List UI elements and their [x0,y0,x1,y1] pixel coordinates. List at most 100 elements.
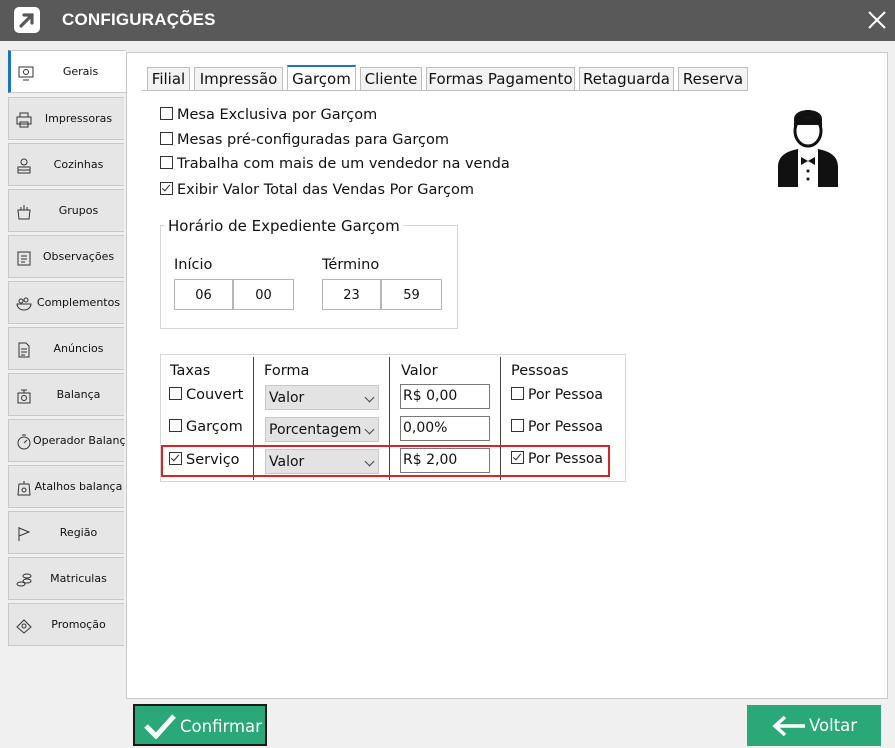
window-title: CONFIGURAÇÕES [62,10,216,29]
start-hour-field[interactable]: 06 [174,279,233,310]
option-label: Trabalha com mais de um vendedor na vend… [177,156,510,172]
tab-reserva[interactable]: Reserva [678,67,748,91]
sidebar-item-label: Anúncios [53,342,104,355]
option-label: Mesa Exclusiva por Garçom [177,107,378,123]
checkbox[interactable] [160,156,173,169]
arrow-left-icon [772,715,805,737]
fee-name: Couvert [186,387,244,403]
confirm-button[interactable]: Confirmar [133,704,267,746]
sidebar-item-cozinhas[interactable]: Cozinhas [8,143,124,186]
scale-shortcut-icon [17,481,31,496]
checkbox[interactable] [160,132,173,145]
sidebar-item-label: Operador Balança [33,434,133,447]
printer-icon [16,112,32,128]
sidebar-item-label: Observações [42,250,115,263]
header-valor: Valor [401,363,438,379]
tab-retaguarda[interactable]: Retaguarda [579,67,674,91]
option-mesas-preconfiguradas[interactable]: Mesas pré-configuradas para Garçom [160,132,449,148]
valor-field-garcom[interactable]: 0,00% [400,416,490,441]
sidebar-item-promocao[interactable]: Promoção [8,603,124,646]
scale-icon [17,389,31,404]
back-button[interactable]: Voltar [747,705,881,746]
sidebar-item-impressoras[interactable]: Impressoras [8,97,124,140]
checkbox[interactable] [160,182,173,195]
sidebar-item-balanca[interactable]: Balança [8,373,124,416]
schedule-group [160,225,458,329]
sidebar-item-anuncios[interactable]: Anúncios [8,327,124,370]
title-bar: CONFIGURAÇÕES [0,0,895,41]
flag-icon [18,527,31,541]
start-label: Início [174,257,213,273]
fee-garcom[interactable]: Garçom [169,419,243,435]
end-minute-field[interactable]: 59 [381,279,442,310]
per-person-couvert[interactable]: Por Pessoa [511,387,603,403]
header-taxas: Taxas [170,363,211,379]
sidebar-item-label: Matriculas [50,572,107,585]
fee-name: Garçom [186,419,243,435]
option-mesa-exclusiva[interactable]: Mesa Exclusiva por Garçom [160,107,377,123]
tab-garcom[interactable]: Garçom [287,65,356,91]
start-minute-field[interactable]: 00 [233,279,294,310]
sidebar-item-observacoes[interactable]: Observações [8,235,124,278]
fee-couvert[interactable]: Couvert [169,387,243,403]
highlight-box [161,445,610,477]
chevron-down-icon [364,392,375,403]
option-label: Exibir Valor Total das Vendas Por Garçom [177,182,475,198]
select-value: Porcentagem [269,422,362,438]
sidebar-item-label: Grupos [58,204,99,217]
close-icon[interactable] [862,5,892,35]
grocery-bag-icon [17,205,31,220]
header-forma: Forma [264,363,310,379]
sidebar-item-atalhos-balanca[interactable]: Atalhos balança [8,465,124,508]
sidebar-item-label: Impressoras [44,112,113,125]
tab-cliente[interactable]: Cliente [360,67,422,91]
salad-bowl-icon [16,297,32,311]
sidebar-item-complementos[interactable]: Complementos [8,281,124,324]
monitor-settings-icon [18,66,34,81]
checkbox[interactable] [511,419,524,432]
sidebar-item-label: Cozinhas [53,158,104,171]
checkbox[interactable] [511,387,524,400]
per-person-garcom[interactable]: Por Pessoa [511,419,603,435]
schedule-title: Horário de Expediente Garçom [165,217,403,235]
per-person-label: Por Pessoa [528,387,604,403]
tab-underline [142,90,748,91]
checkbox[interactable] [160,107,173,120]
sidebar-item-regiao[interactable]: Região [8,511,124,554]
sidebar-item-operador-balanca[interactable]: Operador Balança [8,419,133,462]
sidebar-item-label: Atalhos balança [34,480,123,493]
valor-field-couvert[interactable]: R$ 0,00 [400,384,490,409]
checkbox[interactable] [169,419,182,432]
option-mais-de-um-vendedor[interactable]: Trabalha com mais de um vendedor na vend… [160,156,510,172]
sidebar-item-label: Região [59,526,98,539]
sidebar-item-label: Promoção [51,618,106,631]
end-hour-field[interactable]: 23 [322,279,381,310]
app-logo-icon [14,7,40,33]
waiter-icon [778,110,838,187]
sidebar-item-label: Complementos [36,296,121,309]
checkbox[interactable] [169,387,182,400]
checkmark-icon [144,714,176,739]
promotion-icon [16,619,32,634]
scale-operator-icon [17,434,31,450]
sidebar-item-matriculas[interactable]: Matriculas [8,557,124,600]
clipboard-icon [17,251,31,266]
coins-icon [16,573,32,587]
tab-filial[interactable]: Filial [147,67,190,91]
tab-impressao[interactable]: Impressão [194,67,283,91]
chevron-down-icon [364,424,375,435]
sidebar-item-gerais[interactable]: Gerais [8,50,126,93]
option-label: Mesas pré-configuradas para Garçom [177,132,449,148]
end-label: Término [322,257,380,273]
forma-select-garcom[interactable]: Porcentagem [265,417,379,442]
kitchen-icon [17,158,31,174]
option-exibir-valor-total[interactable]: Exibir Valor Total das Vendas Por Garçom [160,182,474,198]
document-icon [18,342,30,358]
select-value: Valor [269,390,305,406]
forma-select-couvert[interactable]: Valor [265,385,379,410]
sidebar-item-label: Gerais [62,65,99,78]
header-pessoas: Pessoas [511,363,569,379]
per-person-label: Por Pessoa [528,419,604,435]
sidebar-item-grupos[interactable]: Grupos [8,189,124,232]
tab-formas-pagamento[interactable]: Formas Pagamento [426,67,575,91]
